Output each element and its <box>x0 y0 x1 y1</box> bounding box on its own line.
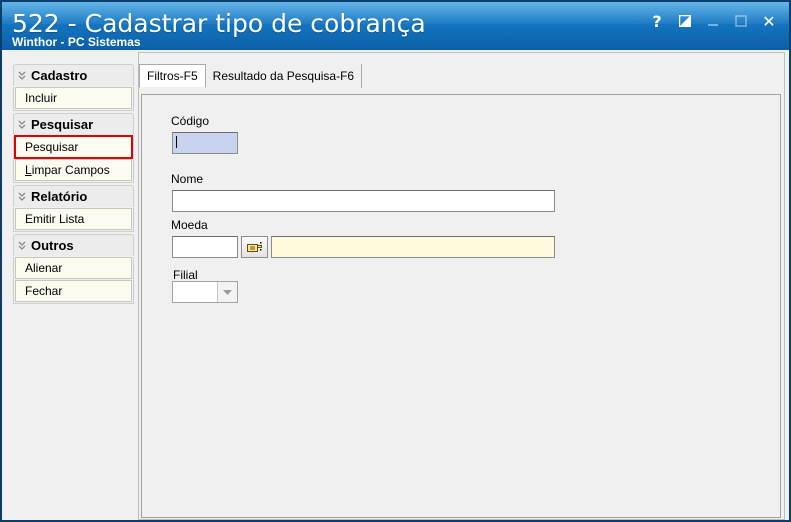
maximize-button[interactable] <box>727 10 755 32</box>
group-label: Relatório <box>31 189 88 204</box>
button-label-rest: impar Campos <box>31 163 110 177</box>
group-label: Pesquisar <box>31 117 94 132</box>
action-sidebar: Cadastro Incluir Pesquisar Pesquisar Lim… <box>13 64 135 306</box>
maximize-icon <box>735 15 747 27</box>
mnemonic-letter: L <box>25 163 32 177</box>
moeda-label: Moeda <box>171 218 208 232</box>
group-header-pesquisar[interactable]: Pesquisar <box>13 113 134 135</box>
emitir-lista-button[interactable]: Emitir Lista <box>15 208 132 230</box>
codigo-label: Código <box>171 114 210 128</box>
moeda-code-input[interactable] <box>172 236 238 258</box>
moeda-description-field <box>271 236 555 258</box>
group-cadastro: Cadastro Incluir <box>13 64 134 111</box>
title-bar: 522 - Cadastrar tipo de cobrança Winthor… <box>2 2 789 50</box>
group-body: Alienar Fechar <box>13 257 134 304</box>
double-chevron-down-icon <box>17 119 29 131</box>
chevron-down-icon <box>217 282 237 302</box>
close-button[interactable]: ✕ <box>755 10 783 32</box>
group-label: Cadastro <box>31 68 88 83</box>
tab-strip: Filtros-F5 Resultado da Pesquisa-F6 <box>139 64 363 89</box>
window-title: 522 - Cadastrar tipo de cobrança <box>12 9 426 38</box>
group-header-cadastro[interactable]: Cadastro <box>13 64 134 86</box>
restore-layout-button[interactable] <box>671 10 699 32</box>
fechar-button[interactable]: Fechar <box>15 280 132 302</box>
group-header-relatorio[interactable]: Relatório <box>13 185 134 207</box>
window-controls: ? ✕ <box>643 10 783 32</box>
limpar-campos-button[interactable]: Limpar Campos <box>15 159 132 181</box>
codigo-input[interactable] <box>172 132 238 154</box>
text-caret <box>176 136 177 148</box>
group-relatorio: Relatório Emitir Lista <box>13 185 134 232</box>
hand-pointer-icon <box>246 242 262 252</box>
double-chevron-down-icon <box>17 70 29 82</box>
incluir-button[interactable]: Incluir <box>15 87 132 109</box>
group-header-outros[interactable]: Outros <box>13 234 134 256</box>
nome-input[interactable] <box>172 190 555 212</box>
tab-resultado-pesquisa[interactable]: Resultado da Pesquisa-F6 <box>206 64 363 88</box>
app-window: 522 - Cadastrar tipo de cobrança Winthor… <box>0 0 791 522</box>
tab-filtros[interactable]: Filtros-F5 <box>139 64 206 88</box>
double-chevron-down-icon <box>17 240 29 252</box>
group-body: Incluir <box>13 87 134 111</box>
nome-label: Nome <box>171 172 204 186</box>
filters-panel: Código Nome Moeda Filial <box>141 94 781 518</box>
group-pesquisar: Pesquisar Pesquisar Limpar Campos <box>13 113 134 183</box>
window-subtitle: Winthor - PC Sistemas <box>12 35 141 49</box>
minimize-button[interactable] <box>699 10 727 32</box>
group-outros: Outros Alienar Fechar <box>13 234 134 304</box>
group-label: Outros <box>31 238 74 253</box>
minimize-icon <box>708 24 718 26</box>
moeda-lookup-button[interactable] <box>241 236 268 258</box>
group-body: Pesquisar Limpar Campos <box>13 135 134 183</box>
group-body: Emitir Lista <box>13 208 134 232</box>
double-chevron-down-icon <box>17 191 29 203</box>
pesquisar-button[interactable]: Pesquisar <box>14 135 133 159</box>
alienar-button[interactable]: Alienar <box>15 257 132 279</box>
filial-select[interactable] <box>172 281 238 303</box>
split-square-icon <box>679 15 691 27</box>
help-button[interactable]: ? <box>643 10 671 32</box>
filial-label: Filial <box>173 268 198 282</box>
